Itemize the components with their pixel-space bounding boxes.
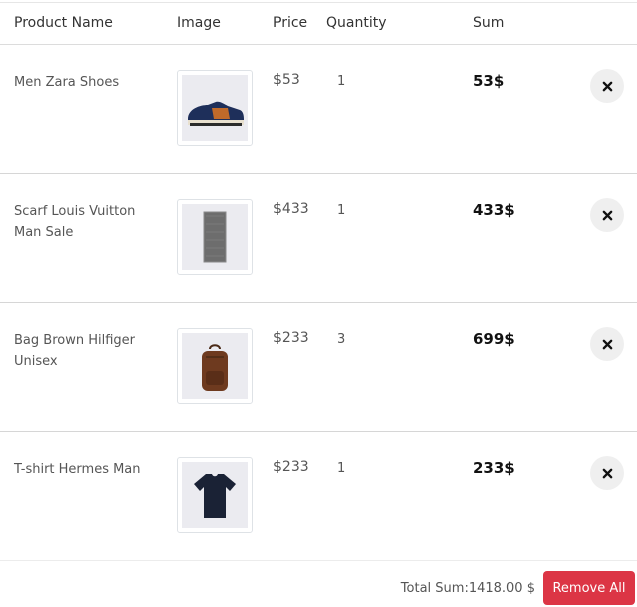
product-quantity: 3	[337, 332, 346, 347]
close-icon	[602, 81, 612, 91]
product-price: $233	[273, 330, 309, 346]
product-name: Scarf Louis Vuitton Man Sale	[14, 204, 136, 240]
header-product-name: Product Name	[14, 15, 113, 31]
remove-item-button[interactable]	[590, 198, 624, 232]
product-image[interactable]	[177, 70, 253, 146]
product-price: $433	[273, 201, 309, 217]
product-sum: 53$	[473, 72, 505, 90]
tshirt-icon	[194, 474, 236, 518]
sneaker-icon	[188, 101, 244, 126]
header-sum: Sum	[473, 15, 505, 31]
remove-item-button[interactable]	[590, 456, 624, 490]
scarf-icon	[203, 211, 227, 263]
product-image[interactable]	[177, 328, 253, 404]
product-image[interactable]	[177, 457, 253, 533]
backpack-icon	[202, 344, 228, 391]
product-price: $53	[273, 72, 300, 88]
product-name: T-shirt Hermes Man	[14, 462, 141, 477]
product-image[interactable]	[177, 199, 253, 275]
header-price: Price	[273, 15, 308, 31]
table-row: Scarf Louis Vuitton Man Sale $433 1 433$	[0, 174, 637, 303]
header-quantity: Quantity	[326, 15, 387, 31]
total-sum: Total Sum:1418.00 $	[400, 581, 535, 596]
product-quantity: 1	[337, 203, 346, 218]
cart-footer: Total Sum:1418.00 $ Remove All	[0, 558, 637, 607]
product-name: Bag Brown Hilfiger Unisex	[14, 333, 135, 369]
table-row: T-shirt Hermes Man $233 1 233$	[0, 432, 637, 561]
header-image: Image	[177, 15, 221, 31]
remove-all-button[interactable]: Remove All	[543, 571, 635, 605]
product-sum: 233$	[473, 459, 515, 477]
product-quantity: 1	[337, 74, 346, 89]
remove-item-button[interactable]	[590, 327, 624, 361]
close-icon	[602, 210, 612, 220]
product-quantity: 1	[337, 461, 346, 476]
product-sum: 699$	[473, 330, 515, 348]
product-price: $233	[273, 459, 309, 475]
remove-item-button[interactable]	[590, 69, 624, 103]
table-row: Men Zara Shoes $53 1 53$	[0, 45, 637, 174]
product-name: Men Zara Shoes	[14, 75, 120, 90]
close-icon	[602, 468, 612, 478]
product-sum: 433$	[473, 201, 515, 219]
table-header: Product Name Image Price Quantity Sum	[0, 2, 637, 45]
close-icon	[602, 339, 612, 349]
table-row: Bag Brown Hilfiger Unisex $233 3 699$	[0, 303, 637, 432]
